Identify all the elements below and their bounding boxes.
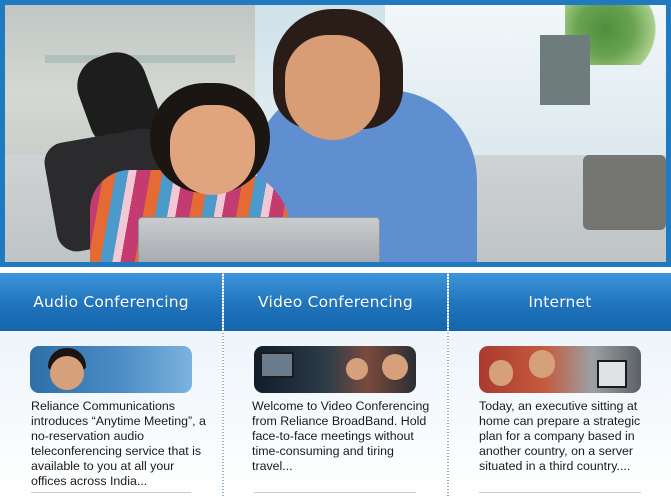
background-pillar	[540, 35, 590, 105]
panel-video-conferencing: Video Conferencing Welcome to Video Conf…	[224, 273, 447, 497]
panel-text-internet: Today, an executive sitting at home can …	[479, 399, 641, 473]
background-object	[583, 155, 666, 230]
girl-face	[170, 105, 255, 195]
video-meeting-thumbnail[interactable]	[254, 346, 416, 393]
panel-text-audio: Reliance Communications introduces “Anyt…	[31, 399, 206, 488]
hero-photo	[5, 5, 666, 262]
panel-internet: Internet Today, an executive sitting at …	[449, 273, 671, 497]
panel-title-video[interactable]: Video Conferencing	[258, 293, 413, 311]
panel-title-audio[interactable]: Audio Conferencing	[33, 293, 189, 311]
background-table	[45, 55, 235, 63]
panel-header-internet[interactable]: Internet	[449, 273, 671, 331]
thumb-face	[346, 358, 368, 380]
panel-text-video: Welcome to Video Conferencing from Relia…	[252, 399, 430, 473]
thumb-face	[382, 354, 408, 380]
laptop	[138, 217, 380, 262]
thumb-face	[529, 350, 555, 378]
panel-divider	[254, 492, 416, 493]
family-at-computer-thumbnail[interactable]	[479, 346, 641, 393]
panel-audio-conferencing: Audio Conferencing Reliance Communicatio…	[0, 273, 222, 497]
thumb-screen	[260, 352, 294, 378]
panel-divider	[479, 492, 641, 493]
woman-face	[285, 35, 380, 140]
thumb-face	[50, 356, 84, 390]
panel-header-video[interactable]: Video Conferencing	[224, 273, 447, 331]
panel-title-internet[interactable]: Internet	[528, 293, 591, 311]
thumb-face	[489, 360, 513, 386]
thumb-monitor	[597, 360, 627, 388]
panel-header-audio[interactable]: Audio Conferencing	[0, 273, 222, 331]
woman-on-phone-thumbnail[interactable]	[30, 346, 192, 393]
panel-divider	[31, 492, 191, 493]
service-panels: Audio Conferencing Reliance Communicatio…	[0, 273, 671, 497]
hero-banner	[0, 0, 671, 267]
